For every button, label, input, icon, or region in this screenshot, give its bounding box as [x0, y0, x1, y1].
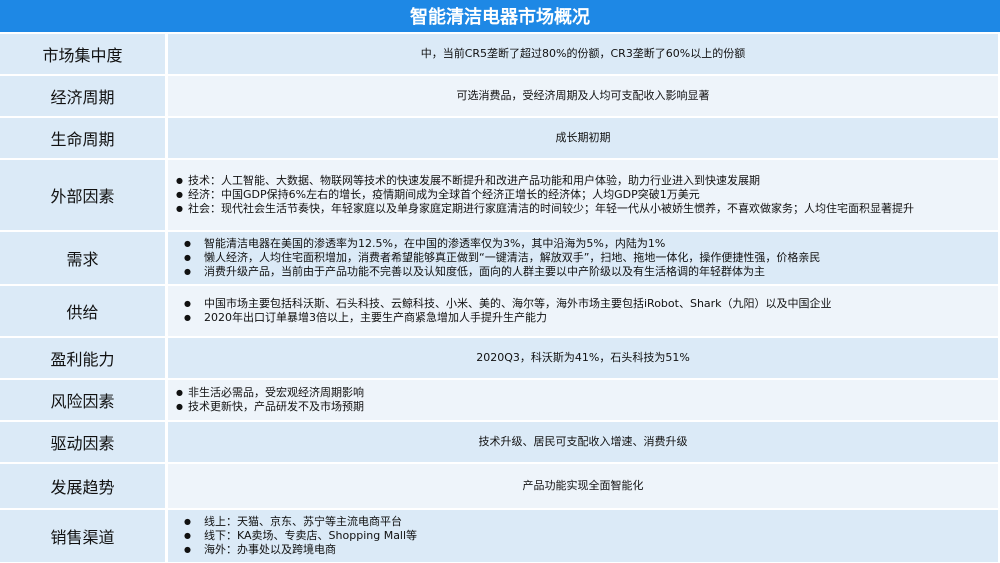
table-row: 盈利能力 2020Q3，科沃斯为41%，石头科技为51%: [0, 338, 1000, 378]
row-content: 产品功能实现全面智能化: [168, 464, 998, 508]
table-row: 供给 中国市场主要包括科沃斯、石头科技、云鲸科技、小米、美的、海尔等，海外市场主…: [0, 286, 1000, 336]
table-row: 外部因素 技术：人工智能、大数据、物联网等技术的快速发展不断提升和改进产品功能和…: [0, 160, 1000, 230]
row-content: 技术：人工智能、大数据、物联网等技术的快速发展不断提升和改进产品功能和用户体验，…: [168, 160, 998, 230]
row-text: 成长期初期: [555, 131, 611, 144]
table-row: 发展趋势 产品功能实现全面智能化: [0, 464, 1000, 508]
table-row: 生命周期 成长期初期: [0, 118, 1000, 158]
row-text: 2020Q3，科沃斯为41%，石头科技为51%: [476, 351, 690, 364]
row-content: 可选消费品，受经济周期及人均可支配收入影响显著: [168, 76, 998, 116]
table-row: 市场集中度 中，当前CR5垄断了超过80%的份额，CR3垄断了60%以上的份额: [0, 34, 1000, 74]
row-label: 供给: [0, 286, 165, 336]
list-item: 社会：现代社会生活节奏快，年轻家庭以及单身家庭定期进行家庭清洁的时间较少；年轻一…: [174, 202, 998, 216]
row-text: 中，当前CR5垄断了超过80%的份额，CR3垄断了60%以上的份额: [420, 47, 746, 60]
table-row: 销售渠道 线上：天猫、京东、苏宁等主流电商平台 线下：KA卖场、专卖店、Shop…: [0, 510, 1000, 562]
row-label: 驱动因素: [0, 422, 165, 462]
list-item: 技术：人工智能、大数据、物联网等技术的快速发展不断提升和改进产品功能和用户体验，…: [174, 174, 998, 188]
row-content: 2020Q3，科沃斯为41%，石头科技为51%: [168, 338, 998, 378]
row-text: 产品功能实现全面智能化: [522, 479, 644, 492]
row-label: 生命周期: [0, 118, 165, 158]
table-row: 风险因素 非生活必需品，受宏观经济周期影响 技术更新快，产品研发不及市场预期: [0, 380, 1000, 420]
row-label: 盈利能力: [0, 338, 165, 378]
list-item: 海外：办事处以及跨境电商: [174, 543, 998, 557]
table-row: 需求 智能清洁电器在美国的渗透率为12.5%，在中国的渗透率仅为3%，其中沿海为…: [0, 232, 1000, 284]
row-content: 线上：天猫、京东、苏宁等主流电商平台 线下：KA卖场、专卖店、Shopping …: [168, 510, 998, 562]
row-text: 技术升级、居民可支配收入增速、消费升级: [478, 435, 688, 448]
row-content: 中，当前CR5垄断了超过80%的份额，CR3垄断了60%以上的份额: [168, 34, 998, 74]
list-item: 非生活必需品，受宏观经济周期影响: [174, 386, 998, 400]
row-label: 销售渠道: [0, 510, 165, 562]
row-content: 技术升级、居民可支配收入增速、消费升级: [168, 422, 998, 462]
list-item: 经济：中国GDP保持6%左右的增长，疫情期间成为全球首个经济正增长的经济体；人均…: [174, 188, 998, 202]
list-item: 技术更新快，产品研发不及市场预期: [174, 400, 998, 414]
list-item: 消费升级产品，当前由于产品功能不完善以及认知度低，面向的人群主要以中产阶级以及有…: [174, 265, 998, 279]
row-content: 成长期初期: [168, 118, 998, 158]
row-label: 经济周期: [0, 76, 165, 116]
table-row: 经济周期 可选消费品，受经济周期及人均可支配收入影响显著: [0, 76, 1000, 116]
row-label: 市场集中度: [0, 34, 165, 74]
list-item: 智能清洁电器在美国的渗透率为12.5%，在中国的渗透率仅为3%，其中沿海为5%，…: [174, 237, 998, 251]
row-content: 智能清洁电器在美国的渗透率为12.5%，在中国的渗透率仅为3%，其中沿海为5%，…: [168, 232, 998, 284]
list-item: 线上：天猫、京东、苏宁等主流电商平台: [174, 515, 998, 529]
list-item: 线下：KA卖场、专卖店、Shopping Mall等: [174, 529, 998, 543]
page: 智能清洁电器市场概况 市场集中度 中，当前CR5垄断了超过80%的份额，CR3垄…: [0, 0, 1000, 563]
row-text: 可选消费品，受经济周期及人均可支配收入影响显著: [456, 89, 710, 102]
row-content: 非生活必需品，受宏观经济周期影响 技术更新快，产品研发不及市场预期: [168, 380, 998, 420]
list-item: 懒人经济，人均住宅面积增加，消费者希望能够真正做到“一键清洁，解放双手”，扫地、…: [174, 251, 998, 265]
page-title: 智能清洁电器市场概况: [0, 0, 1000, 32]
list-item: 中国市场主要包括科沃斯、石头科技、云鲸科技、小米、美的、海尔等，海外市场主要包括…: [174, 297, 998, 311]
row-label: 发展趋势: [0, 464, 165, 508]
row-label: 风险因素: [0, 380, 165, 420]
list-item: 2020年出口订单暴增3倍以上，主要生产商紧急增加人手提升生产能力: [174, 311, 998, 325]
table-row: 驱动因素 技术升级、居民可支配收入增速、消费升级: [0, 422, 1000, 462]
row-label: 外部因素: [0, 160, 165, 230]
row-content: 中国市场主要包括科沃斯、石头科技、云鲸科技、小米、美的、海尔等，海外市场主要包括…: [168, 286, 998, 336]
row-label: 需求: [0, 232, 165, 284]
